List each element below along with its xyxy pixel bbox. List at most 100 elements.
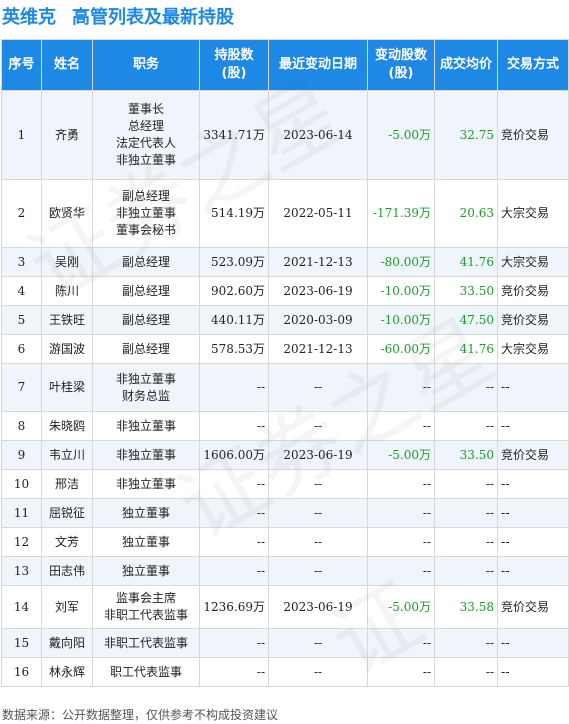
trade-method: -- xyxy=(497,657,569,687)
table-row: 11 屈锐征 独立董事 -- -- -- -- -- xyxy=(1,498,569,528)
shares-change: -- xyxy=(367,498,435,528)
shares-change: -60.00万 xyxy=(367,334,435,364)
last-change-date: -- xyxy=(268,498,368,528)
last-change-date: 2021-12-13 xyxy=(268,247,368,277)
last-change-date: 2023-06-19 xyxy=(268,276,368,306)
trade-method: -- xyxy=(497,628,569,658)
col-header-position: 职务 xyxy=(92,39,200,91)
table-row: 9 韦立川 非独立董事 1606.00万 2023-06-19 -5.00万 33.50 竞价… xyxy=(1,440,569,470)
position-line: 非独立董事 xyxy=(115,476,176,491)
executive-positions: 副总经理 xyxy=(92,334,200,364)
position-line: 副总经理 xyxy=(121,254,170,269)
last-change-date: -- xyxy=(268,411,368,441)
trade-method: 大宗交易 xyxy=(497,247,569,277)
row-number: 10 xyxy=(1,469,42,499)
position-line: 总经理 xyxy=(127,119,164,133)
shares-held: -- xyxy=(199,527,269,557)
last-change-date: 2023-06-14 xyxy=(268,90,368,180)
trade-method: -- xyxy=(497,411,569,441)
shares-change: -- xyxy=(367,363,435,412)
executive-positions: 副总经理 xyxy=(92,247,200,277)
trade-method: 大宗交易 xyxy=(497,334,569,364)
trade-method: -- xyxy=(497,363,569,412)
executive-name: 陈川 xyxy=(41,276,93,306)
position-line: 非独立董事 xyxy=(115,371,176,386)
table-row: 15 戴向阳 非职工代表监事 -- -- -- -- -- xyxy=(1,628,569,658)
avg-price: -- xyxy=(434,628,498,658)
trade-method: 大宗交易 xyxy=(497,179,569,248)
table-row: 12 文芳 独立董事 -- -- -- -- -- xyxy=(1,527,569,557)
table-row: 8 朱晓鸥 非独立董事 -- -- -- -- -- xyxy=(1,411,569,441)
executives-table: 序号 姓名 职务 持股数 (股) 最近变动日期 变动股数 (股) 成交均价 交易方式… xyxy=(1,39,569,687)
row-number: 4 xyxy=(1,276,42,306)
executive-name: 欧贤华 xyxy=(41,179,93,248)
executive-positions: 非独立董事 xyxy=(92,440,200,470)
shares-change: -10.00万 xyxy=(367,305,435,335)
shares-held: 3341.71万 xyxy=(199,90,269,180)
shares-held: -- xyxy=(199,628,269,658)
avg-price: 32.75 xyxy=(434,90,498,180)
position-line: 独立董事 xyxy=(121,505,170,520)
trade-method: -- xyxy=(497,556,569,586)
shares-held: 1606.00万 xyxy=(199,440,269,470)
avg-price: -- xyxy=(434,411,498,441)
trade-method: 竞价交易 xyxy=(497,585,569,629)
trade-method: -- xyxy=(497,498,569,528)
table-row: 16 林永辉 职工代表监事 -- -- -- -- -- xyxy=(1,657,569,687)
executive-name: 王铁旺 xyxy=(41,305,93,335)
avg-price: -- xyxy=(434,527,498,557)
avg-price: 33.50 xyxy=(434,276,498,306)
executive-positions: 独立董事 xyxy=(92,498,200,528)
executive-name: 齐勇 xyxy=(41,90,93,180)
executive-name: 朱晓鸥 xyxy=(41,411,93,441)
avg-price: 33.50 xyxy=(434,440,498,470)
last-change-date: -- xyxy=(268,469,368,499)
shares-change: -- xyxy=(367,469,435,499)
shares-held: 578.53万 xyxy=(199,334,269,364)
table-row: 2 欧贤华 副总经理 非独立董事 董事会秘书 514.19万 2022-05-11 -171.… xyxy=(1,179,569,248)
position-line: 非独立董事 xyxy=(115,447,176,462)
shares-held: 1236.69万 xyxy=(199,585,269,629)
position-line: 董事会秘书 xyxy=(115,223,176,237)
shares-held: -- xyxy=(199,363,269,412)
position-line: 副总经理 xyxy=(121,341,170,356)
shares-change: -- xyxy=(367,411,435,441)
shares-held: -- xyxy=(199,498,269,528)
shares-held: 514.19万 xyxy=(199,179,269,248)
shares-change: -171.39万 xyxy=(367,179,435,248)
last-change-date: -- xyxy=(268,556,368,586)
executive-name: 林永辉 xyxy=(41,657,93,687)
executive-name: 屈锐征 xyxy=(41,498,93,528)
avg-price: -- xyxy=(434,657,498,687)
trade-method: -- xyxy=(497,469,569,499)
shares-held: -- xyxy=(199,411,269,441)
table-row: 5 王铁旺 副总经理 440.11万 2020-03-09 -10.00万 47.50 竞价交… xyxy=(1,305,569,335)
col-header-change: 变动股数 (股) xyxy=(367,39,435,91)
last-change-date: 2021-12-13 xyxy=(268,334,368,364)
last-change-date: 2023-06-19 xyxy=(268,440,368,470)
last-change-date: 2023-06-19 xyxy=(268,585,368,629)
last-change-date: -- xyxy=(268,657,368,687)
shares-held: 902.60万 xyxy=(199,276,269,306)
executive-positions: 副总经理 xyxy=(92,305,200,335)
table-row: 6 游国波 副总经理 578.53万 2021-12-13 -60.00万 41.76 大宗交… xyxy=(1,334,569,364)
shares-held: -- xyxy=(199,657,269,687)
position-line: 职工代表监事 xyxy=(109,664,182,679)
position-line: 独立董事 xyxy=(121,534,170,549)
executive-positions: 独立董事 xyxy=(92,527,200,557)
table-row: 7 叶桂梁 非独立董事 财务总监 -- -- -- -- -- xyxy=(1,363,569,412)
row-number: 7 xyxy=(1,363,42,412)
page-title: 高管列表及最新持股 xyxy=(72,7,234,28)
shares-change: -5.00万 xyxy=(367,440,435,470)
row-number: 2 xyxy=(1,179,42,248)
table-row: 13 田志伟 独立董事 -- -- -- -- -- xyxy=(1,556,569,586)
position-line: 财务总监 xyxy=(121,388,170,403)
executive-name: 游国波 xyxy=(41,334,93,364)
last-change-date: -- xyxy=(268,527,368,557)
shares-change: -5.00万 xyxy=(367,585,435,629)
shares-held: 523.09万 xyxy=(199,247,269,277)
trade-method: -- xyxy=(497,527,569,557)
row-number: 12 xyxy=(1,527,42,557)
row-number: 14 xyxy=(1,585,42,629)
avg-price: -- xyxy=(434,556,498,586)
